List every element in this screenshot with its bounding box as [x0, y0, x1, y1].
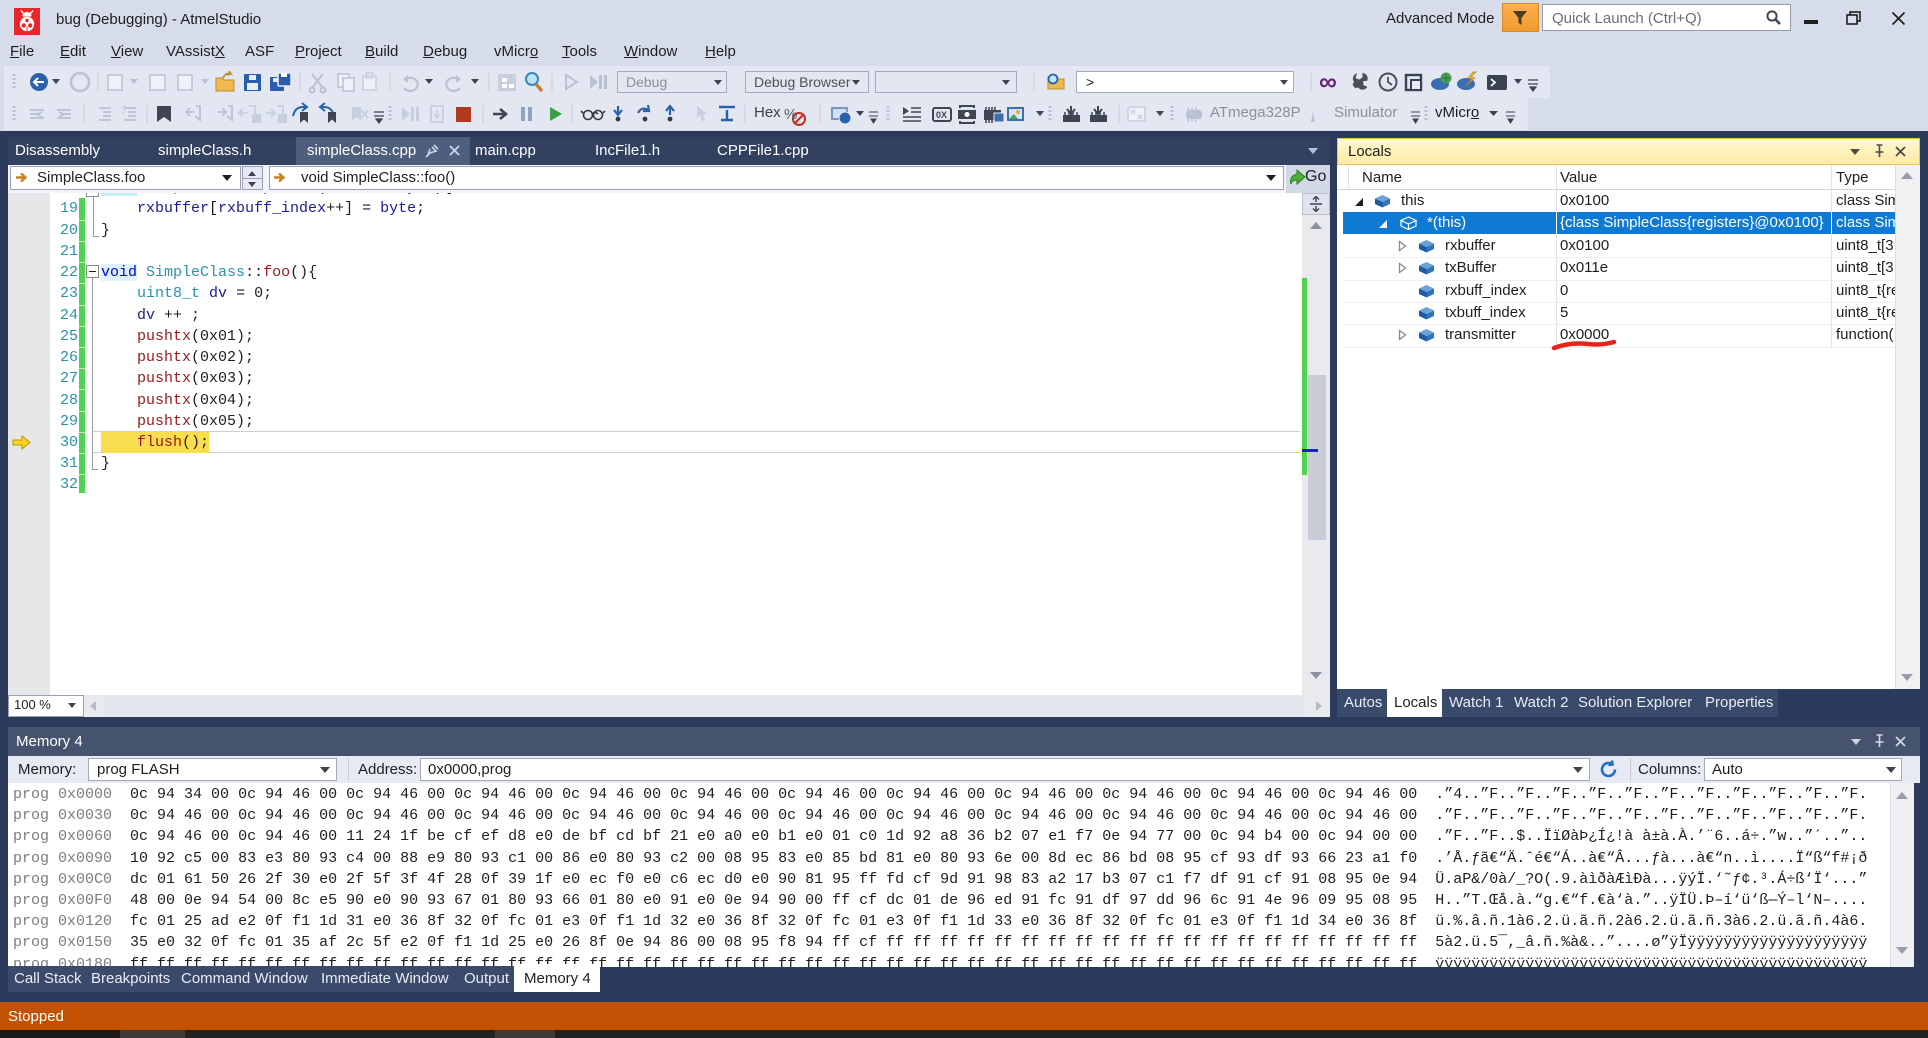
svg-text:0X: 0X: [936, 110, 947, 120]
svg-text:∞: ∞: [1319, 68, 1337, 96]
svg-text:?: ?: [121, 105, 127, 116]
svg-text:%: %: [784, 106, 797, 123]
